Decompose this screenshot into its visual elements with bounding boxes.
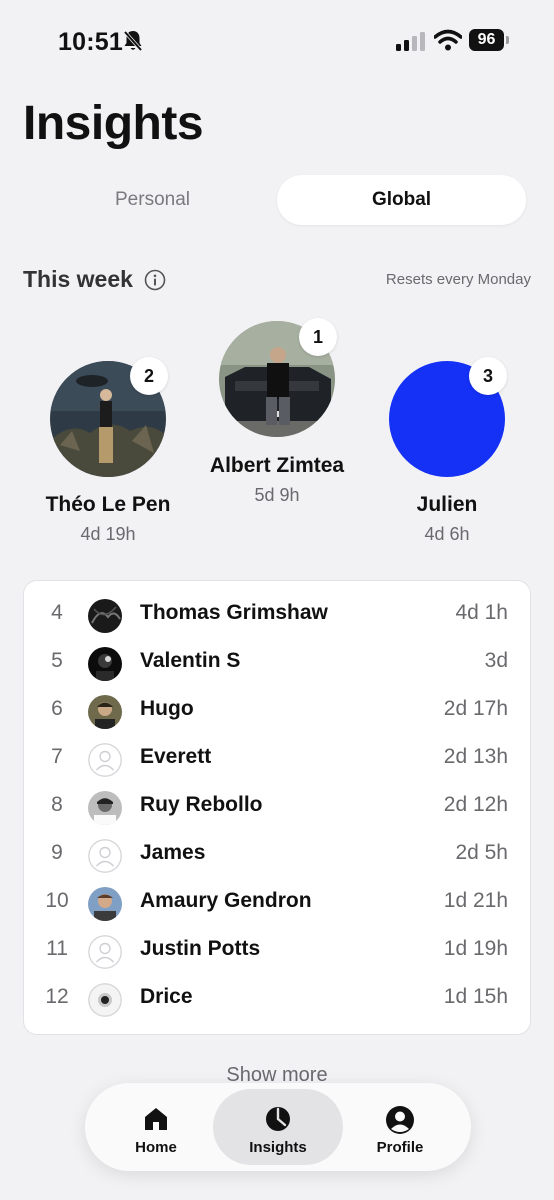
- battery-indicator: 96: [469, 29, 509, 51]
- row-rank: 6: [51, 697, 63, 720]
- row-rank: 11: [46, 937, 68, 960]
- leaderboard-row[interactable]: 11 Justin Potts 1d 19h: [24, 927, 532, 975]
- info-icon[interactable]: [144, 269, 166, 291]
- tab-label: Profile: [376, 1139, 424, 1156]
- avatar: [88, 695, 122, 729]
- row-time: 2d 13h: [443, 745, 508, 768]
- row-name: Everett: [140, 745, 212, 768]
- row-rank: 9: [51, 841, 63, 864]
- tab-label: Insights: [249, 1139, 307, 1156]
- segment-personal[interactable]: Personal: [28, 175, 277, 225]
- row-name: Valentin S: [140, 649, 241, 672]
- reset-note: Resets every Monday: [385, 271, 531, 288]
- tab-bar: Home Insights Profile: [85, 1083, 471, 1171]
- row-time: 2d 17h: [443, 697, 508, 720]
- leaderboard-row[interactable]: 12 Drice 1d 15h: [24, 975, 532, 1023]
- podium-time: 4d 19h: [80, 524, 136, 544]
- avatar: [88, 791, 122, 825]
- podium-name: Albert Zimtea: [209, 454, 345, 477]
- default-avatar-icon: [88, 743, 122, 777]
- tab-insights[interactable]: Insights: [213, 1089, 343, 1165]
- default-avatar-icon: [88, 839, 122, 873]
- row-time: 1d 15h: [443, 985, 508, 1008]
- pie-chart-icon: [266, 1107, 290, 1131]
- row-rank: 5: [51, 649, 63, 672]
- cellular-signal-icon: [396, 32, 425, 51]
- wifi-icon: [434, 29, 462, 51]
- row-time: 1d 19h: [443, 937, 508, 960]
- row-name: James: [140, 841, 206, 864]
- tab-home[interactable]: Home: [91, 1089, 221, 1165]
- row-time: 1d 21h: [443, 889, 508, 912]
- leaderboard-row[interactable]: 9 James 2d 5h: [24, 831, 532, 879]
- row-name: Thomas Grimshaw: [140, 601, 328, 624]
- row-name: Hugo: [140, 697, 194, 720]
- status-time: 10:51: [58, 28, 123, 56]
- row-time: 4d 1h: [455, 601, 508, 624]
- avatar: [88, 647, 122, 681]
- leaderboard-row[interactable]: 10 Amaury Gendron 1d 21h: [24, 879, 532, 927]
- leaderboard-row[interactable]: 5 Valentin S 3d: [24, 639, 532, 687]
- rank-badge: 3: [469, 357, 507, 395]
- row-rank: 12: [45, 985, 69, 1008]
- row-rank: 4: [51, 601, 63, 624]
- avatar: [88, 983, 122, 1017]
- rank-badge: 1: [299, 318, 337, 356]
- segment-global[interactable]: Global: [277, 175, 526, 225]
- row-rank: 7: [51, 745, 63, 768]
- row-time: 3d: [484, 649, 508, 672]
- avatar: [88, 599, 122, 633]
- leaderboard-row[interactable]: 7 Everett 2d 13h: [24, 735, 532, 783]
- avatar: [88, 887, 122, 921]
- row-name: Justin Potts: [140, 937, 261, 960]
- leaderboard-row[interactable]: 4 Thomas Grimshaw 4d 1h: [24, 591, 532, 639]
- podium-name: Théo Le Pen: [45, 493, 171, 516]
- row-rank: 8: [51, 793, 63, 816]
- row-name: Drice: [140, 985, 193, 1008]
- row-rank: 10: [45, 889, 69, 912]
- status-bar: 10:51 96: [0, 0, 554, 80]
- podium-time: 5d 9h: [254, 485, 300, 505]
- leaderboard-row[interactable]: 8 Ruy Rebollo 2d 12h: [24, 783, 532, 831]
- section-title: This week: [23, 266, 133, 292]
- default-avatar-icon: [88, 935, 122, 969]
- row-name: Ruy Rebollo: [140, 793, 263, 816]
- leaderboard-list: 4 Thomas Grimshaw 4d 1h 5 Valentin S 3d …: [23, 580, 531, 1035]
- podium-name: Julien: [416, 493, 478, 516]
- home-icon: [145, 1108, 167, 1130]
- battery-tip: [506, 36, 509, 44]
- row-time: 2d 12h: [443, 793, 508, 816]
- bell-muted-icon: [123, 30, 143, 52]
- leaderboard-row[interactable]: 6 Hugo 2d 17h: [24, 687, 532, 735]
- scope-segmented-control: Personal Global: [28, 175, 526, 225]
- row-time: 2d 5h: [455, 841, 508, 864]
- battery-level: 96: [469, 29, 504, 51]
- tab-label: Home: [135, 1139, 177, 1156]
- podium-time: 4d 6h: [424, 524, 470, 544]
- page-title: Insights: [23, 97, 204, 150]
- row-name: Amaury Gendron: [140, 889, 312, 912]
- profile-icon: [386, 1106, 414, 1134]
- rank-badge: 2: [130, 357, 168, 395]
- tab-profile[interactable]: Profile: [335, 1089, 465, 1165]
